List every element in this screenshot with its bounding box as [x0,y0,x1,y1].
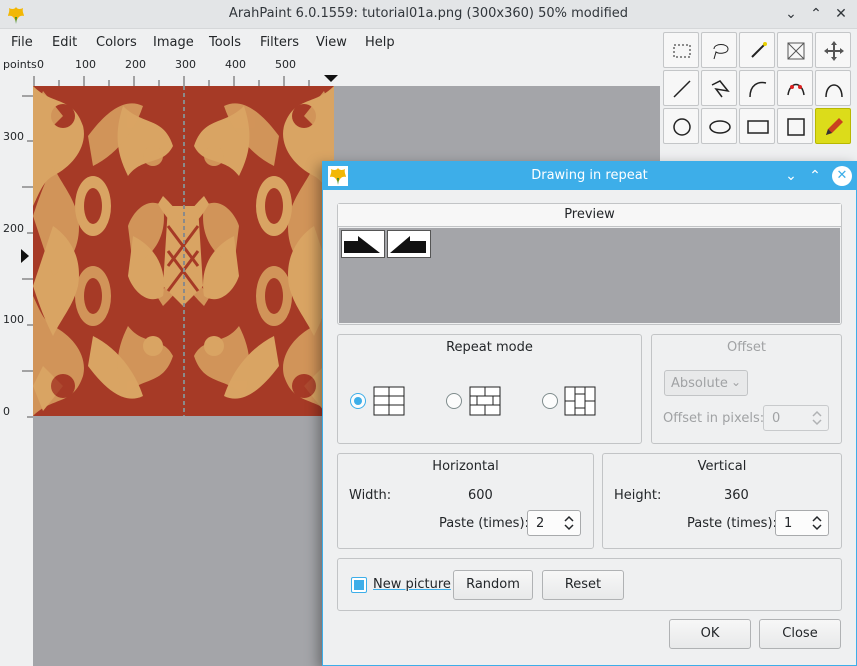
dialog-titlebar[interactable]: Drawing in repeat ⌄ ⌃ ✕ [323,162,856,190]
half-drop-repeat-icon[interactable] [564,386,596,416]
drawing-in-repeat-dialog: Drawing in repeat ⌄ ⌃ ✕ Preview Repeat m… [322,161,857,666]
crop-icon[interactable] [777,32,813,68]
horizontal-paste-value: 2 [536,516,545,531]
ellipse-icon[interactable] [701,108,737,144]
offset-pixels-label: Offset in pixels: [663,411,765,426]
spin-arrows-icon[interactable] [562,513,576,533]
curve-icon[interactable] [815,70,851,106]
height-value: 360 [724,488,749,503]
ruler-label: 0 [3,405,10,418]
options-group: New picture Random Reset [337,558,842,611]
rect-select-icon[interactable] [663,32,699,68]
height-label: Height: [614,488,662,503]
horizontal-paste-spinbox[interactable]: 2 [527,510,581,536]
line-icon[interactable] [663,70,699,106]
spin-arrows-icon[interactable] [810,513,824,533]
preview-group: Preview [337,203,842,325]
new-picture-label[interactable]: New picture [373,577,451,592]
pattern-artwork[interactable] [33,86,334,416]
repeat-mode-brick-radio[interactable] [446,393,462,409]
arc-icon[interactable] [739,70,775,106]
repeat-mode-title: Repeat mode [446,340,533,355]
dialog-title: Drawing in repeat [531,168,648,183]
maximize-icon[interactable]: ⌃ [806,4,826,24]
new-picture-checkbox[interactable] [351,577,367,593]
offset-mode-value: Absolute [671,376,728,391]
ok-button[interactable]: OK [669,619,751,649]
ruler-ticks [33,75,338,86]
ruler-label: 0 [37,58,44,71]
menu-tools[interactable]: Tools [209,35,241,50]
menu-view[interactable]: View [316,35,347,50]
ruler-units: points [3,58,37,71]
preview-tile [341,230,385,258]
magic-wand-icon[interactable] [739,32,775,68]
offset-group: Offset Absolute ⌄ Offset in pixels: 0 [651,334,842,444]
grid-repeat-icon[interactable] [373,386,405,416]
offset-pixels-spinbox[interactable]: 0 [763,405,829,431]
vertical-group: Vertical Height: 360 Paste (times): 1 [602,453,842,549]
ruler-label: 500 [275,58,296,71]
dialog-close-icon[interactable]: ✕ [832,166,852,186]
width-value: 600 [468,488,493,503]
offset-title: Offset [726,340,767,355]
menu-filters[interactable]: Filters [260,35,299,50]
rectangle-icon[interactable] [739,108,775,144]
menu-help[interactable]: Help [365,35,395,50]
offset-pixels-value: 0 [772,411,781,426]
preview-title: Preview [338,204,841,227]
dialog-minimize-icon[interactable]: ⌄ [781,166,801,186]
preview-area [339,228,840,323]
menu-file[interactable]: File [11,35,33,50]
brick-repeat-icon[interactable] [469,386,501,416]
damask-pattern-image [33,86,334,416]
ruler-label: 100 [75,58,96,71]
tool-palette [660,29,857,169]
horizontal-title: Horizontal [432,459,499,474]
ruler-label: 200 [125,58,146,71]
ruler-ticks [21,95,33,418]
menu-edit[interactable]: Edit [52,35,77,50]
horizontal-group: Horizontal Width: 600 Paste (times): 2 [337,453,594,549]
preview-tile [387,230,431,258]
horizontal-paste-label: Paste (times): [439,516,529,531]
vertical-paste-value: 1 [784,516,793,531]
reset-button[interactable]: Reset [542,570,624,600]
repeat-mode-group: Repeat mode [337,334,642,444]
close-icon[interactable]: ✕ [831,4,851,24]
window-title: ArahPaint 6.0.1559: tutorial01a.png (300… [228,6,629,21]
dialog-maximize-icon[interactable]: ⌃ [805,166,825,186]
main-titlebar: ArahPaint 6.0.1559: tutorial01a.png (300… [0,0,857,29]
random-button[interactable]: Random [453,570,533,600]
square-icon[interactable] [777,108,813,144]
circle-icon[interactable] [663,108,699,144]
repeat-mode-grid-radio[interactable] [350,393,366,409]
ruler-label: 400 [225,58,246,71]
close-button[interactable]: Close [759,619,841,649]
repeat-mode-halfdrop-radio[interactable] [542,393,558,409]
offset-mode-dropdown[interactable]: Absolute ⌄ [664,370,748,396]
width-label: Width: [349,488,392,503]
vertical-paste-label: Paste (times): [687,516,777,531]
vertical-paste-spinbox[interactable]: 1 [775,510,829,536]
minimize-icon[interactable]: ⌄ [781,4,801,24]
bezier-icon[interactable] [777,70,813,106]
horizontal-ruler[interactable]: points 0 100 200 300 400 500 [0,56,660,86]
chevron-down-icon: ⌄ [730,375,741,389]
pencil-icon[interactable] [815,108,851,144]
vertical-ruler[interactable]: 300 200 100 0 [0,86,33,666]
vertical-title: Vertical [697,459,747,474]
lasso-select-icon[interactable] [701,32,737,68]
menu-colors[interactable]: Colors [96,35,137,50]
move-icon[interactable] [815,32,851,68]
ruler-label: 300 [175,58,196,71]
spin-arrows-icon[interactable] [810,408,824,428]
menu-image[interactable]: Image [153,35,194,50]
menubar: File Edit Colors Image Tools Filters Vie… [0,30,660,56]
polyline-icon[interactable] [701,70,737,106]
